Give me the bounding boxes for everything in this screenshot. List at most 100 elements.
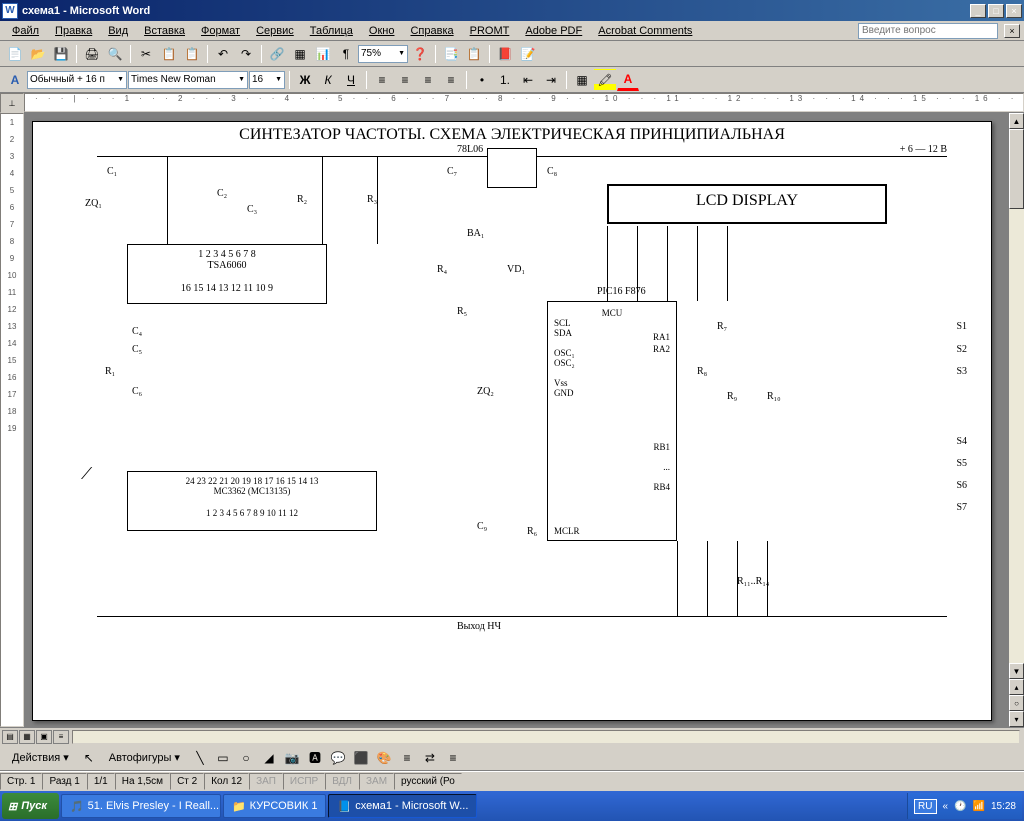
undo-icon[interactable]: ↶ [212, 43, 234, 65]
table-icon[interactable]: ▦ [289, 43, 311, 65]
copy-icon[interactable]: 📋 [158, 43, 180, 65]
dash-style-icon[interactable]: ⇄ [419, 747, 441, 769]
minimize-button[interactable]: _ [970, 4, 986, 18]
ask-question-input[interactable] [858, 23, 998, 39]
line-color-icon[interactable]: 🎨 [373, 747, 395, 769]
vertical-scrollbar[interactable]: ▲ ▼ ▴ ○ ▾ [1008, 113, 1024, 727]
indent-icon[interactable]: ⇥ [540, 69, 562, 91]
align-right-icon[interactable]: ≡ [417, 69, 439, 91]
menu-edit[interactable]: Правка [47, 23, 100, 39]
align-center-icon[interactable]: ≡ [394, 69, 416, 91]
link-icon[interactable]: 🔗 [266, 43, 288, 65]
browse-object-icon[interactable]: ○ [1009, 695, 1024, 711]
underline-button[interactable]: Ч [340, 69, 362, 91]
draw-autoshapes[interactable]: Автофигуры ▾ [101, 749, 188, 766]
scroll-thumb[interactable] [1009, 129, 1024, 209]
extra-icon-2[interactable]: 📋 [463, 43, 485, 65]
numbering-icon[interactable]: 1. [494, 69, 516, 91]
menu-view[interactable]: Вид [100, 23, 136, 39]
callout-icon[interactable]: 💬 [327, 747, 349, 769]
zoom-combo[interactable]: 75%▼ [358, 45, 408, 63]
pdf-icon[interactable]: 📕 [494, 43, 516, 65]
scroll-up-icon[interactable]: ▲ [1009, 113, 1024, 129]
chart-icon[interactable]: 📊 [312, 43, 334, 65]
ruler-corner[interactable]: ⊥ [0, 93, 24, 113]
vertical-ruler[interactable]: 12345678910111213141516171819 [0, 113, 24, 727]
paragraph-icon[interactable]: ¶ [335, 43, 357, 65]
status-trk[interactable]: ИСПР [283, 773, 325, 790]
bullets-icon[interactable]: • [471, 69, 493, 91]
select-icon[interactable]: ↖ [78, 747, 100, 769]
lang-indicator[interactable]: RU [914, 799, 936, 814]
menu-adobepdf[interactable]: Adobe PDF [517, 23, 590, 39]
font-combo[interactable]: Times New Roman▼ [128, 71, 248, 89]
close-button[interactable]: × [1006, 4, 1022, 18]
status-rec[interactable]: ЗАП [249, 773, 283, 790]
menu-format[interactable]: Формат [193, 23, 248, 39]
next-page-icon[interactable]: ▾ [1009, 711, 1024, 727]
menu-insert[interactable]: Вставка [136, 23, 193, 39]
styles-icon[interactable]: A [4, 69, 26, 91]
system-tray[interactable]: RU « 🕐 📶 15:28 [907, 793, 1022, 819]
fill-color-icon[interactable]: ⬛ [350, 747, 372, 769]
web-view-icon[interactable]: ▦ [19, 730, 35, 744]
menu-file[interactable]: Файл [4, 23, 47, 39]
prev-page-icon[interactable]: ▴ [1009, 679, 1024, 695]
line-style-icon[interactable]: ≡ [396, 747, 418, 769]
outdent-icon[interactable]: ⇤ [517, 69, 539, 91]
open-icon[interactable]: 📂 [27, 43, 49, 65]
clock[interactable]: 15:28 [991, 801, 1016, 812]
document-scroll[interactable]: СИНТЕЗАТОР ЧАСТОТЫ. СХЕМА ЭЛЕКТРИЧЕСКАЯ … [24, 113, 1008, 727]
extra-icon-1[interactable]: 📑 [440, 43, 462, 65]
horizontal-ruler[interactable]: · · · | · · · 1 · · · 2 · · · 3 · · · 4 … [24, 93, 1024, 112]
textbox-icon[interactable]: 🅰 [304, 747, 326, 769]
menu-acrobat[interactable]: Acrobat Comments [590, 23, 700, 39]
arrow-style-icon[interactable]: ≡ [442, 747, 464, 769]
tray-icon-2[interactable]: 🕐 [954, 801, 966, 812]
save-icon[interactable]: 💾 [50, 43, 72, 65]
horizontal-scrollbar[interactable] [72, 730, 1020, 744]
start-button[interactable]: ⊞ Пуск [2, 793, 59, 819]
tray-icon-3[interactable]: 📶 [973, 801, 985, 812]
menu-window[interactable]: Окно [361, 23, 403, 39]
menu-tools[interactable]: Сервис [248, 23, 302, 39]
insert-pic-icon[interactable]: 📷 [281, 747, 303, 769]
wordart-icon[interactable]: ◢ [258, 747, 280, 769]
line-icon[interactable]: ╲ [189, 747, 211, 769]
tray-icon-1[interactable]: « [943, 801, 949, 812]
style-combo[interactable]: Обычный + 16 п▼ [27, 71, 127, 89]
scroll-down-icon[interactable]: ▼ [1009, 663, 1024, 679]
status-ovr[interactable]: ЗАМ [359, 773, 394, 790]
font-color-icon[interactable]: A [617, 69, 639, 91]
print-icon[interactable]: 🖨 [81, 43, 103, 65]
paste-icon[interactable]: 📋 [181, 43, 203, 65]
align-justify-icon[interactable]: ≡ [440, 69, 462, 91]
redo-icon[interactable]: ↷ [235, 43, 257, 65]
bold-button[interactable]: Ж [294, 69, 316, 91]
menu-help[interactable]: Справка [402, 23, 461, 39]
taskbar-item-word[interactable]: 📘 схема1 - Microsoft W... [328, 794, 477, 818]
taskbar-item-music[interactable]: 🎵 51. Elvis Presley - I Reall... [61, 794, 221, 818]
preview-icon[interactable]: 🔍 [104, 43, 126, 65]
outline-view-icon[interactable]: ≡ [53, 730, 69, 744]
status-ext[interactable]: ВДЛ [325, 773, 359, 790]
print-view-icon[interactable]: ▣ [36, 730, 52, 744]
status-lang[interactable]: русский (Ро [394, 773, 462, 790]
cut-icon[interactable]: ✂ [135, 43, 157, 65]
border-icon[interactable]: ▦ [571, 69, 593, 91]
new-doc-icon[interactable]: 📄 [4, 43, 26, 65]
menu-promt[interactable]: PROMT [462, 23, 518, 39]
pdf-review-icon[interactable]: 📝 [517, 43, 539, 65]
draw-actions[interactable]: Действия ▾ [4, 749, 77, 766]
highlight-icon[interactable]: 🖍 [594, 69, 616, 91]
maximize-button[interactable]: □ [988, 4, 1004, 18]
oval-icon[interactable]: ○ [235, 747, 257, 769]
doc-close-button[interactable]: × [1004, 24, 1020, 38]
size-combo[interactable]: 16▼ [249, 71, 285, 89]
rectangle-icon[interactable]: ▭ [212, 747, 234, 769]
taskbar-item-folder[interactable]: 📁 КУРСОВИК 1 [223, 794, 327, 818]
page[interactable]: СИНТЕЗАТОР ЧАСТОТЫ. СХЕМА ЭЛЕКТРИЧЕСКАЯ … [32, 121, 992, 721]
normal-view-icon[interactable]: ▤ [2, 730, 18, 744]
menu-table[interactable]: Таблица [302, 23, 361, 39]
help-icon[interactable]: ❓ [409, 43, 431, 65]
